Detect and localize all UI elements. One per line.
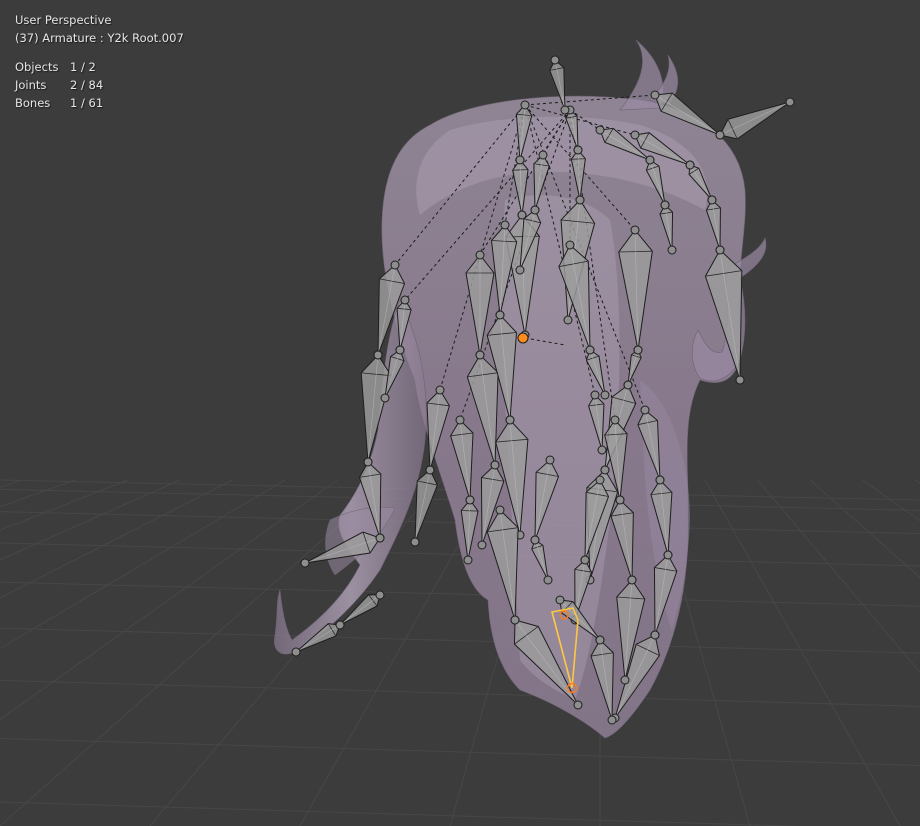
- bone-joint[interactable]: [538, 150, 548, 160]
- bone-joint[interactable]: [595, 125, 605, 135]
- bone-joint[interactable]: [555, 595, 565, 605]
- bone-joint[interactable]: [645, 155, 655, 165]
- bone-joint[interactable]: [650, 90, 660, 100]
- bone-joint[interactable]: [565, 240, 575, 250]
- bone-joint[interactable]: [400, 295, 410, 305]
- bone-joint[interactable]: [663, 550, 673, 560]
- grid-line: [0, 627, 920, 654]
- bone-joint[interactable]: [477, 540, 487, 550]
- bone-joint[interactable]: [505, 415, 515, 425]
- grid-line: [0, 479, 23, 488]
- bone-joint[interactable]: [573, 145, 583, 155]
- bone-joint[interactable]: [530, 205, 540, 215]
- bone-joint[interactable]: [575, 195, 585, 205]
- bone-joint[interactable]: [563, 315, 573, 325]
- bone-joint[interactable]: [463, 555, 473, 565]
- grid-line: [0, 737, 920, 766]
- grid-line: [704, 479, 901, 826]
- bone-joint[interactable]: [600, 390, 610, 400]
- bone-joint[interactable]: [560, 105, 570, 115]
- bone-joint[interactable]: [475, 250, 485, 260]
- bone-joint[interactable]: [640, 405, 650, 415]
- 3d-viewport[interactable]: User Perspective (37) Armature : Y2k Roo…: [0, 0, 920, 826]
- bone-joint[interactable]: [630, 225, 640, 235]
- bone-joint[interactable]: [667, 245, 677, 255]
- bone-joint[interactable]: [623, 380, 633, 390]
- bone-joint[interactable]: [543, 575, 553, 585]
- bone-joint[interactable]: [390, 260, 400, 270]
- hair-left-strand[interactable]: [274, 299, 427, 655]
- bone-joint[interactable]: [455, 415, 465, 425]
- bone-joint[interactable]: [500, 220, 510, 230]
- bone-joint[interactable]: [633, 345, 643, 355]
- bone-joint[interactable]: [515, 265, 525, 275]
- bone-joint[interactable]: [650, 630, 660, 640]
- viewport-scene[interactable]: [0, 0, 920, 826]
- active-joint[interactable]: [517, 332, 529, 344]
- grid-line: [0, 479, 181, 561]
- bone-joint[interactable]: [335, 620, 345, 630]
- bone-joint[interactable]: [495, 310, 505, 320]
- bone-joint[interactable]: [615, 495, 625, 505]
- bone-joint[interactable]: [600, 465, 610, 475]
- bone-joint[interactable]: [595, 475, 605, 485]
- bone-joint[interactable]: [363, 457, 373, 467]
- bone-joint[interactable]: [465, 495, 475, 505]
- bone-joint[interactable]: [380, 393, 390, 403]
- bone-joint[interactable]: [410, 537, 420, 547]
- bone-joint[interactable]: [373, 350, 383, 360]
- bone-joint[interactable]: [655, 475, 665, 485]
- grid-line: [0, 679, 920, 707]
- bone[interactable]: [715, 97, 795, 140]
- bone-joint[interactable]: [630, 130, 640, 140]
- grid-line: [0, 581, 920, 607]
- bone-joint[interactable]: [580, 555, 590, 565]
- bone-joint[interactable]: [573, 700, 583, 710]
- bone-joint[interactable]: [475, 350, 485, 360]
- bone-joint[interactable]: [530, 535, 540, 545]
- bone-joint[interactable]: [375, 590, 385, 600]
- bone-joint[interactable]: [495, 505, 505, 515]
- bone-joint[interactable]: [595, 635, 605, 645]
- bone-joint[interactable]: [395, 345, 405, 355]
- bone-joint[interactable]: [685, 160, 695, 170]
- bone-joint[interactable]: [715, 245, 725, 255]
- bone-joint[interactable]: [607, 715, 617, 725]
- bone-joint[interactable]: [585, 345, 595, 355]
- bone-joint[interactable]: [510, 615, 520, 625]
- bone-joint[interactable]: [435, 385, 445, 395]
- bone-joint[interactable]: [590, 390, 600, 400]
- bone-joint[interactable]: [490, 460, 500, 470]
- bone-joint[interactable]: [300, 558, 310, 568]
- bone-joint[interactable]: [520, 100, 530, 110]
- grid-line: [0, 801, 806, 826]
- bone-joint[interactable]: [715, 130, 725, 140]
- bone-joint[interactable]: [291, 647, 301, 657]
- bone-joint[interactable]: [735, 375, 745, 385]
- bone-joint[interactable]: [660, 200, 670, 210]
- bone-joint[interactable]: [375, 533, 385, 543]
- bone-joint[interactable]: [515, 155, 525, 165]
- bone-joint[interactable]: [707, 195, 717, 205]
- grid-line: [0, 479, 286, 650]
- bone-joint[interactable]: [785, 97, 795, 107]
- bone-shape[interactable]: [719, 101, 791, 140]
- bone-joint[interactable]: [425, 465, 435, 475]
- bone-joint[interactable]: [597, 445, 607, 455]
- bone-joint[interactable]: [550, 55, 560, 65]
- bone-joint[interactable]: [545, 455, 555, 465]
- bone-joint[interactable]: [627, 575, 637, 585]
- bone-joint[interactable]: [610, 415, 620, 425]
- bone-joint[interactable]: [620, 675, 630, 685]
